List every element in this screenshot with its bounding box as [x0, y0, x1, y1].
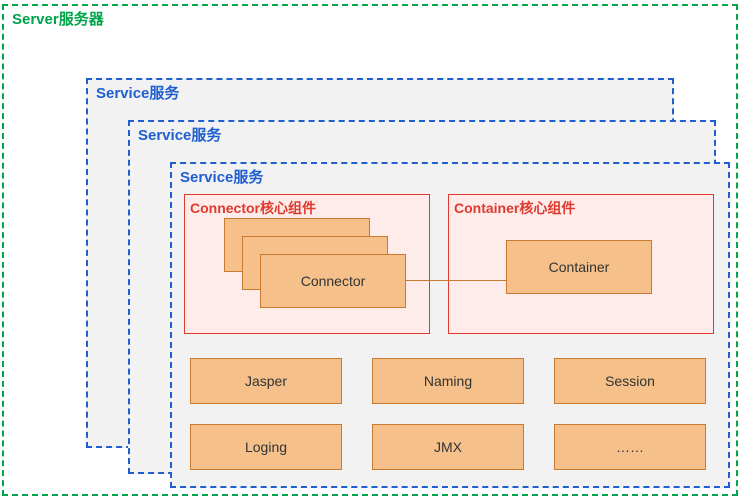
module-naming: Naming: [372, 358, 524, 404]
service-label-2: Service服务: [180, 166, 263, 187]
service-label-0: Service服务: [96, 82, 179, 103]
container-box: Container: [506, 240, 652, 294]
container-core-label: Container核心组件: [454, 198, 575, 218]
module-jasper: Jasper: [190, 358, 342, 404]
connector-core-label: Connector核心组件: [190, 198, 316, 218]
connector-container-link: [406, 280, 506, 281]
module-jmx: JMX: [372, 424, 524, 470]
server-label: Server服务器: [10, 8, 106, 29]
service-label-1: Service服务: [138, 124, 221, 145]
connector-box: Connector: [260, 254, 406, 308]
module-loging: Loging: [190, 424, 342, 470]
module-more: ……: [554, 424, 706, 470]
module-session: Session: [554, 358, 706, 404]
